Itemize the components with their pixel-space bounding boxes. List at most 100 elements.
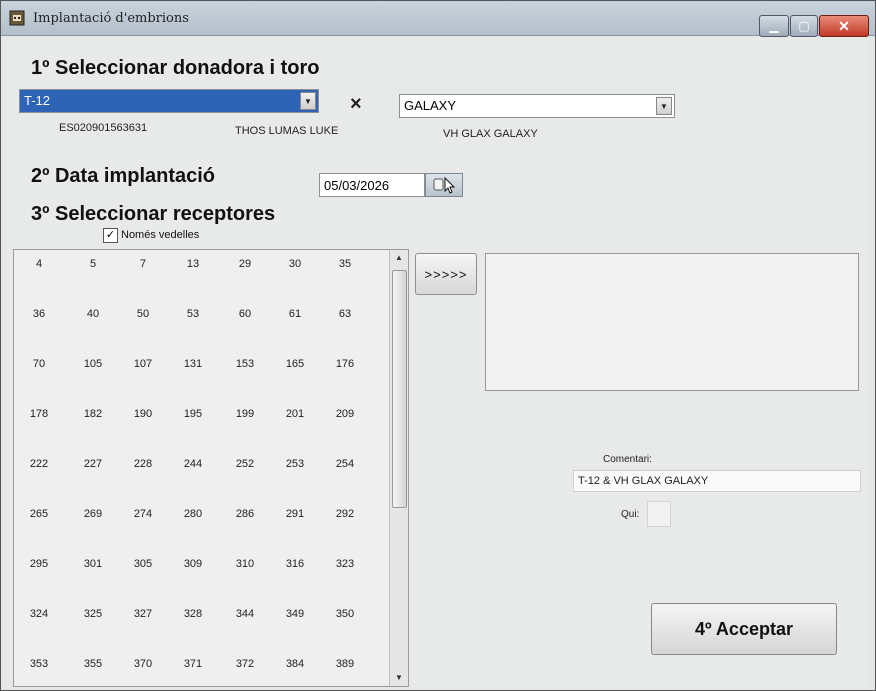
receptor-item[interactable]: 131 — [168, 358, 218, 370]
receptor-item[interactable]: 254 — [320, 458, 370, 470]
date-picker-button[interactable] — [425, 173, 463, 197]
step1-heading: 1º Seleccionar donadora i toro — [31, 57, 320, 79]
receptor-item[interactable]: 323 — [320, 558, 370, 570]
receptor-item[interactable]: 280 — [168, 508, 218, 520]
receptors-scrollbar[interactable]: ▲ ▼ — [389, 250, 408, 686]
receptor-item[interactable]: 305 — [118, 558, 168, 570]
receptor-item[interactable]: 153 — [220, 358, 270, 370]
bull-value: GALAXY — [404, 98, 457, 113]
form-area: 1º Seleccionar donadora i toro T-12 ▼ × … — [7, 37, 869, 687]
scroll-down-icon[interactable]: ▼ — [390, 670, 408, 686]
receptor-item[interactable]: 176 — [320, 358, 370, 370]
bull-combobox[interactable]: GALAXY ▼ — [399, 94, 675, 118]
receptor-item[interactable]: 370 — [118, 658, 168, 670]
cross-symbol: × — [350, 93, 362, 115]
receptor-item[interactable]: 53 — [168, 308, 218, 320]
receptor-item[interactable]: 316 — [270, 558, 320, 570]
move-selected-button[interactable]: >>>>> — [415, 253, 477, 295]
close-button[interactable]: ✕ — [819, 15, 869, 37]
receptor-item[interactable]: 13 — [168, 258, 218, 270]
step3-heading: 3º Seleccionar receptores — [31, 203, 276, 225]
who-field[interactable] — [647, 501, 671, 527]
receptor-item[interactable]: 274 — [118, 508, 168, 520]
receptor-item[interactable]: 252 — [220, 458, 270, 470]
receptor-item[interactable]: 4 — [14, 258, 64, 270]
chevron-down-icon[interactable]: ▼ — [656, 97, 672, 115]
receptor-item[interactable]: 199 — [220, 408, 270, 420]
receptor-item[interactable]: 344 — [220, 608, 270, 620]
receptor-item[interactable]: 182 — [68, 408, 118, 420]
receptor-item[interactable]: 105 — [68, 358, 118, 370]
receptor-item[interactable]: 327 — [118, 608, 168, 620]
donor-code: ES020901563631 — [59, 122, 148, 134]
receptor-item[interactable]: 228 — [118, 458, 168, 470]
receptor-item[interactable]: 227 — [68, 458, 118, 470]
receptor-item[interactable]: 309 — [168, 558, 218, 570]
date-value: 05/03/2026 — [324, 178, 390, 193]
receptor-item[interactable]: 7 — [118, 258, 168, 270]
receptor-item[interactable]: 30 — [270, 258, 320, 270]
receptor-item[interactable]: 355 — [68, 658, 118, 670]
receptor-item[interactable]: 301 — [68, 558, 118, 570]
comment-field[interactable]: T-12 & VH GLAX GALAXY — [573, 470, 861, 492]
receptor-item[interactable]: 325 — [68, 608, 118, 620]
donor-combobox[interactable]: T-12 ▼ — [19, 89, 319, 113]
receptor-item[interactable]: 389 — [320, 658, 370, 670]
implant-date-field[interactable]: 05/03/2026 — [319, 173, 425, 197]
receptor-item[interactable]: 195 — [168, 408, 218, 420]
receptor-item[interactable]: 310 — [220, 558, 270, 570]
receptor-item[interactable]: 244 — [168, 458, 218, 470]
receptor-item[interactable]: 29 — [220, 258, 270, 270]
receptor-item[interactable]: 190 — [118, 408, 168, 420]
receptor-item[interactable]: 292 — [320, 508, 370, 520]
comment-value: T-12 & VH GLAX GALAXY — [578, 475, 709, 487]
receptor-item[interactable]: 291 — [270, 508, 320, 520]
receptor-item[interactable]: 36 — [14, 308, 64, 320]
receptor-item[interactable]: 5 — [68, 258, 118, 270]
receptor-item[interactable]: 253 — [270, 458, 320, 470]
receptor-item[interactable]: 60 — [220, 308, 270, 320]
receptor-item[interactable]: 353 — [14, 658, 64, 670]
chevron-down-icon[interactable]: ▼ — [300, 92, 316, 110]
receptor-item[interactable]: 70 — [14, 358, 64, 370]
receptor-item[interactable]: 372 — [220, 658, 270, 670]
receptor-item[interactable]: 35 — [320, 258, 370, 270]
only-heifers-label: Només vedelles — [121, 229, 200, 241]
receptor-item[interactable]: 40 — [68, 308, 118, 320]
receptor-item[interactable]: 265 — [14, 508, 64, 520]
receptor-item[interactable]: 63 — [320, 308, 370, 320]
only-heifers-checkbox[interactable]: ✓ — [103, 228, 118, 243]
scroll-up-icon[interactable]: ▲ — [390, 250, 408, 266]
receptor-item[interactable]: 50 — [118, 308, 168, 320]
receptor-item[interactable]: 165 — [270, 358, 320, 370]
app-icon — [9, 10, 25, 26]
maximize-button[interactable]: ▢ — [790, 15, 818, 37]
receptor-item[interactable]: 350 — [320, 608, 370, 620]
maximize-icon: ▢ — [798, 19, 810, 33]
selected-receptors-list[interactable] — [485, 253, 859, 391]
receptor-item[interactable]: 269 — [68, 508, 118, 520]
receptor-item[interactable]: 371 — [168, 658, 218, 670]
minimize-button[interactable]: ▁ — [759, 15, 789, 37]
receptors-list[interactable]: 4 5 7 13 29 30 35 36 40 50 53 60 61 63 70 105 107 131 153 1… — [13, 249, 409, 687]
receptor-item[interactable]: 209 — [320, 408, 370, 420]
calendar-icon — [433, 176, 456, 194]
receptor-item[interactable]: 222 — [14, 458, 64, 470]
receptor-item[interactable]: 201 — [270, 408, 320, 420]
receptor-item[interactable]: 349 — [270, 608, 320, 620]
receptor-item[interactable]: 107 — [118, 358, 168, 370]
receptor-item[interactable]: 61 — [270, 308, 320, 320]
title-bar[interactable]: Implantació d'embrions ▁ ▢ ✕ — [1, 1, 875, 37]
receptor-item[interactable]: 324 — [14, 608, 64, 620]
scroll-thumb[interactable] — [392, 270, 407, 508]
minimize-icon: ▁ — [769, 19, 779, 33]
receptor-item[interactable]: 286 — [220, 508, 270, 520]
step2-heading: 2º Data implantació — [31, 165, 216, 187]
accept-button[interactable]: 4º Acceptar — [651, 603, 837, 655]
receptor-item[interactable]: 328 — [168, 608, 218, 620]
receptor-item[interactable]: 178 — [14, 408, 64, 420]
close-icon: ✕ — [838, 17, 850, 34]
receptor-item[interactable]: 384 — [270, 658, 320, 670]
who-label: Qui: — [621, 509, 640, 520]
receptor-item[interactable]: 295 — [14, 558, 64, 570]
